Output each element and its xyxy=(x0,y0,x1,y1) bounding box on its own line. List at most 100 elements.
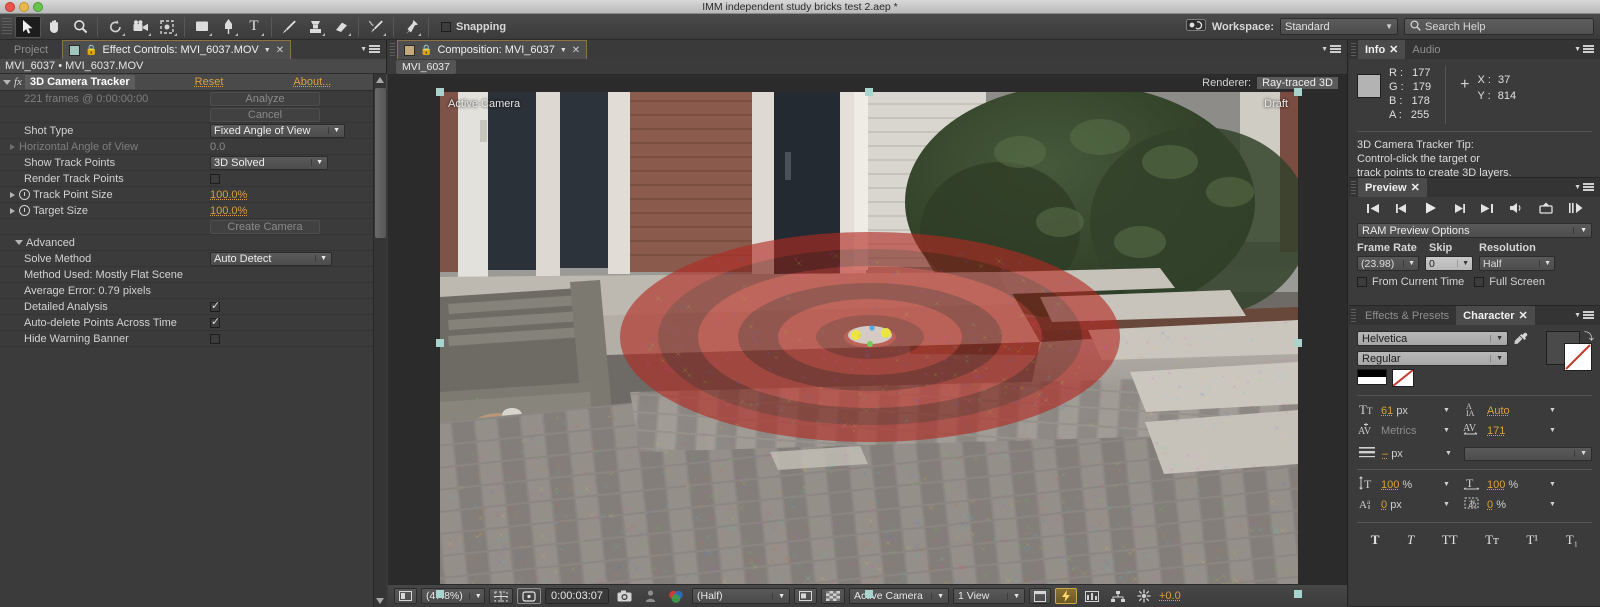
snapping-checkbox[interactable] xyxy=(441,21,451,32)
close-tab-icon[interactable]: ✕ xyxy=(1389,43,1398,56)
close-tab-icon[interactable]: ✕ xyxy=(572,45,580,56)
create-camera-button[interactable]: Create Camera xyxy=(210,219,320,234)
composition-panel-menu[interactable]: ▼ xyxy=(1315,40,1347,59)
preview-tab-grip[interactable] xyxy=(1351,181,1356,194)
selection-handle-br[interactable] xyxy=(1294,590,1302,598)
font-family-select[interactable]: Helvetica ▼ xyxy=(1357,331,1508,346)
track-point-size-value[interactable]: 100.0% xyxy=(210,189,247,201)
tsume-field[interactable]: 0 % xyxy=(1487,499,1545,511)
ram-preview-button[interactable] xyxy=(1568,202,1583,217)
analyze-button[interactable]: Analyze xyxy=(210,91,320,106)
exposure-icon[interactable] xyxy=(1133,588,1155,604)
close-tab-icon[interactable]: ✕ xyxy=(276,45,284,56)
pen-tool[interactable] xyxy=(215,16,241,38)
lock-icon[interactable]: 🔒 xyxy=(420,45,432,56)
timeline-icon[interactable] xyxy=(1081,588,1103,604)
hide-warning-checkbox[interactable] xyxy=(210,333,220,344)
stopwatch-icon[interactable] xyxy=(19,189,30,200)
loop-button[interactable] xyxy=(1539,202,1553,217)
info-tab-grip[interactable] xyxy=(1351,43,1356,56)
resolution-select[interactable]: (Half) ▼ xyxy=(692,588,790,604)
camera-tool[interactable] xyxy=(128,16,154,38)
from-current-time-checkbox[interactable] xyxy=(1357,277,1367,287)
tab-info[interactable]: Info ✕ xyxy=(1358,40,1406,59)
tsume-dropdown-icon[interactable]: ▼ xyxy=(1549,501,1563,508)
brush-tool[interactable] xyxy=(276,16,302,38)
detailed-analysis-checkbox[interactable] xyxy=(210,299,220,312)
skip-field[interactable]: 0 ▼ xyxy=(1425,256,1473,271)
close-tab-icon[interactable]: ✕ xyxy=(1519,309,1528,322)
tab-composition[interactable]: 🔒 Composition: MVI_6037 ▼ ✕ xyxy=(397,40,588,59)
font-style-select[interactable]: Regular ▼ xyxy=(1357,351,1508,366)
stroke-width-dropdown-icon[interactable]: ▼ xyxy=(1445,450,1459,457)
audio-toggle-button[interactable] xyxy=(1509,202,1524,217)
ram-preview-options-select[interactable]: RAM Preview Options ▼ xyxy=(1357,223,1592,238)
selection-handle-ml[interactable] xyxy=(436,339,444,347)
eraser-tool[interactable] xyxy=(328,16,354,38)
eyedropper-icon[interactable] xyxy=(1514,332,1528,350)
font-size-dropdown-icon[interactable]: ▼ xyxy=(1443,407,1457,414)
comp-flowchart-icon[interactable] xyxy=(1107,588,1129,604)
play-button[interactable] xyxy=(1424,202,1437,217)
full-screen-checkbox[interactable] xyxy=(1474,277,1485,287)
vertical-scale-field[interactable]: 100 % xyxy=(1381,479,1439,491)
region-of-interest-button[interactable] xyxy=(517,588,541,604)
show-snapshot-icon[interactable] xyxy=(640,588,660,604)
info-panel-menu[interactable]: ▼ xyxy=(1568,40,1600,59)
baseline-shift-dropdown-icon[interactable]: ▼ xyxy=(1443,501,1457,508)
solve-method-select[interactable]: Auto Detect ▼ xyxy=(210,251,332,266)
exposure-value[interactable]: +0.0 xyxy=(1159,590,1181,602)
composition-stage[interactable]: Active Camera Draft xyxy=(440,92,1298,594)
full-screen-option[interactable]: Full Screen xyxy=(1474,276,1545,288)
preview-resolution-select[interactable]: Half ▼ xyxy=(1479,256,1555,271)
last-frame-button[interactable] xyxy=(1480,202,1494,217)
shape-tool[interactable] xyxy=(189,16,215,38)
subscript-button[interactable]: T₁ xyxy=(1566,532,1578,548)
scroll-down-icon[interactable] xyxy=(376,598,384,604)
kerning-dropdown-icon[interactable]: ▼ xyxy=(1443,427,1457,434)
effect-controls-scrollbar[interactable] xyxy=(373,74,386,607)
horizontal-scale-dropdown-icon[interactable]: ▼ xyxy=(1549,481,1563,488)
toolbar-grip[interactable] xyxy=(2,17,12,36)
scroll-up-icon[interactable] xyxy=(376,77,384,83)
zoom-level-select[interactable]: (47.8%) ▼ xyxy=(421,588,485,604)
frame-rate-select[interactable]: (23.98) ▼ xyxy=(1357,256,1419,271)
cancel-button[interactable]: Cancel xyxy=(210,107,320,122)
selection-handle-tr[interactable] xyxy=(1294,88,1302,96)
pixel-aspect-correction-button[interactable] xyxy=(1029,588,1051,604)
selection-handle-mr[interactable] xyxy=(1294,339,1302,347)
tab-project[interactable]: Project xyxy=(0,40,62,59)
tracking-field[interactable]: 171 xyxy=(1487,425,1545,437)
first-frame-button[interactable] xyxy=(1366,202,1380,217)
track-point-size-disclosure-triangle[interactable] xyxy=(10,191,15,198)
character-panel-menu[interactable]: ▼ xyxy=(1568,306,1600,325)
pan-behind-tool[interactable] xyxy=(154,16,180,38)
advanced-row[interactable]: Advanced xyxy=(0,235,387,251)
hand-tool[interactable] xyxy=(41,16,67,38)
region-of-interest-toggle[interactable] xyxy=(794,588,817,604)
current-time-display[interactable]: 0:00:03:07 xyxy=(545,588,609,604)
no-fill-swatch[interactable] xyxy=(1357,369,1387,385)
shot-type-select[interactable]: Fixed Angle of View ▼ xyxy=(210,123,345,138)
faux-bold-button[interactable]: T xyxy=(1371,532,1380,548)
selection-handle-bc[interactable] xyxy=(865,590,873,598)
target-size-value[interactable]: 100.0% xyxy=(210,205,247,217)
preview-panel-menu[interactable]: ▼ xyxy=(1568,178,1600,197)
close-tab-icon[interactable]: ✕ xyxy=(1411,181,1420,194)
view-layout-select[interactable]: Active Camera ▼ xyxy=(849,588,949,604)
workspace-layout-icon[interactable] xyxy=(1185,19,1206,34)
tab-audio[interactable]: Audio xyxy=(1405,40,1447,59)
font-size-field[interactable]: 61 px xyxy=(1381,405,1439,417)
from-current-time-option[interactable]: From Current Time xyxy=(1357,276,1464,288)
rotation-tool[interactable] xyxy=(102,16,128,38)
superscript-button[interactable]: T¹ xyxy=(1526,532,1538,548)
kerning-field[interactable]: Metrics xyxy=(1381,425,1439,437)
hfov-disclosure-triangle[interactable] xyxy=(10,143,15,150)
selection-handle-tc[interactable] xyxy=(865,88,873,96)
effect-disclosure-triangle[interactable] xyxy=(3,79,11,85)
grid-guides-button[interactable] xyxy=(489,588,513,604)
prev-frame-button[interactable] xyxy=(1395,202,1409,217)
character-tab-grip[interactable] xyxy=(1351,309,1356,322)
zoom-tool[interactable] xyxy=(67,16,93,38)
selection-tool[interactable] xyxy=(15,15,41,38)
